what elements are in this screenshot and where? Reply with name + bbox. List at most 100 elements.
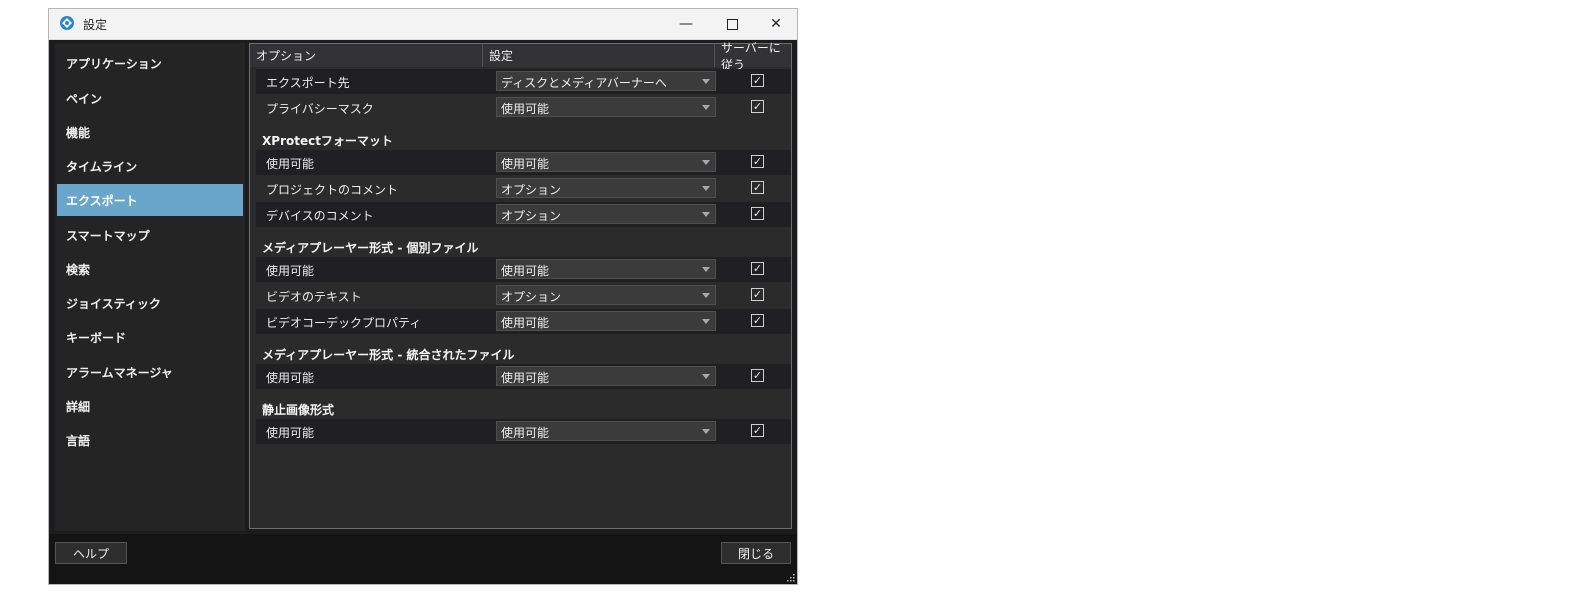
minimize-button[interactable]: — bbox=[663, 9, 709, 39]
follow-server-checkbox[interactable]: ✓ bbox=[751, 181, 764, 194]
dropdown-value: ディスクとメディアバーナーへ bbox=[501, 76, 667, 90]
resize-grip-icon[interactable] bbox=[785, 572, 795, 582]
chevron-down-icon bbox=[702, 319, 710, 324]
help-button[interactable]: ヘルプ bbox=[55, 542, 127, 564]
chevron-down-icon bbox=[702, 293, 710, 298]
column-header-follow-server[interactable]: サーバーに従う bbox=[715, 41, 791, 72]
chevron-down-icon bbox=[702, 374, 710, 379]
table-row: 使用可能 使用可能 ✓ bbox=[256, 364, 791, 389]
section-title: 静止画像形式 bbox=[262, 403, 335, 417]
setting-dropdown[interactable]: オプション bbox=[496, 204, 716, 224]
maximize-button[interactable] bbox=[709, 9, 755, 39]
dropdown-value: 使用可能 bbox=[501, 157, 550, 171]
chevron-down-icon bbox=[702, 160, 710, 165]
sidebar-item-alarm-manager[interactable]: アラームマネージャ bbox=[57, 356, 243, 388]
chevron-down-icon bbox=[702, 429, 710, 434]
setting-dropdown[interactable]: 使用可能 bbox=[496, 152, 716, 172]
checkmark-icon: ✓ bbox=[752, 207, 763, 220]
option-label: プライバシーマスク bbox=[266, 102, 374, 116]
dropdown-value: 使用可能 bbox=[501, 102, 550, 116]
column-header-option[interactable]: オプション bbox=[250, 44, 483, 67]
setting-dropdown[interactable]: 使用可能 bbox=[496, 366, 716, 386]
chevron-down-icon bbox=[702, 79, 710, 84]
minimize-icon: — bbox=[679, 16, 693, 32]
checkmark-icon: ✓ bbox=[752, 314, 763, 327]
follow-server-checkbox[interactable]: ✓ bbox=[751, 262, 764, 275]
checkmark-icon: ✓ bbox=[752, 181, 763, 194]
option-label: エクスポート先 bbox=[266, 76, 350, 90]
table-row: ビデオのテキスト オプション ✓ bbox=[256, 283, 791, 308]
dropdown-value: 使用可能 bbox=[501, 371, 550, 385]
table-row: エクスポート先 ディスクとメディアバーナーへ ✓ bbox=[256, 69, 791, 94]
section-title: メディアプレーヤー形式 - 個別ファイル bbox=[262, 241, 479, 255]
table-row: 使用可能 使用可能 ✓ bbox=[256, 150, 791, 175]
app-logo-icon bbox=[60, 16, 74, 30]
chevron-down-icon bbox=[702, 267, 710, 272]
sidebar-item-advanced[interactable]: 詳細 bbox=[57, 390, 243, 422]
sidebar-item-timeline[interactable]: タイムライン bbox=[57, 150, 243, 182]
chevron-down-icon bbox=[702, 105, 710, 110]
window-title: 設定 bbox=[83, 18, 108, 32]
dropdown-value: 使用可能 bbox=[501, 316, 550, 330]
settings-panel: オプション 設定 サーバーに従う エクスポート先 ディスクとメディアバーナーへ … bbox=[249, 41, 792, 529]
sidebar-item-functions[interactable]: 機能 bbox=[57, 116, 243, 148]
checkmark-icon: ✓ bbox=[752, 424, 763, 437]
setting-dropdown[interactable]: ディスクとメディアバーナーへ bbox=[496, 71, 716, 91]
table-row: プライバシーマスク 使用可能 ✓ bbox=[256, 95, 791, 120]
setting-dropdown[interactable]: 使用可能 bbox=[496, 97, 716, 117]
follow-server-checkbox[interactable]: ✓ bbox=[751, 155, 764, 168]
setting-dropdown[interactable]: オプション bbox=[496, 178, 716, 198]
follow-server-checkbox[interactable]: ✓ bbox=[751, 207, 764, 220]
sidebar-item-keyboard[interactable]: キーボード bbox=[57, 321, 243, 353]
option-label: ビデオのテキスト bbox=[266, 290, 362, 304]
settings-window: 設定 — ✕ アプリケーション ペイン 機能 タイムライン エクスポート スマー… bbox=[48, 8, 798, 585]
close-window-button[interactable]: ✕ bbox=[753, 9, 799, 39]
column-header-setting[interactable]: 設定 bbox=[483, 44, 715, 67]
follow-server-checkbox[interactable]: ✓ bbox=[751, 100, 764, 113]
maximize-icon bbox=[726, 18, 738, 30]
setting-dropdown[interactable]: 使用可能 bbox=[496, 259, 716, 279]
section-title: XProtectフォーマット bbox=[262, 134, 393, 148]
checkmark-icon: ✓ bbox=[752, 369, 763, 382]
sidebar-item-smart-map[interactable]: スマートマップ bbox=[57, 219, 243, 251]
section-title: メディアプレーヤー形式 - 統合されたファイル bbox=[262, 348, 515, 362]
table-row: プロジェクトのコメント オプション ✓ bbox=[256, 176, 791, 201]
section-header: 静止画像形式 bbox=[256, 391, 791, 419]
follow-server-checkbox[interactable]: ✓ bbox=[751, 424, 764, 437]
setting-dropdown[interactable]: オプション bbox=[496, 285, 716, 305]
title-bar[interactable]: 設定 — ✕ bbox=[49, 9, 797, 40]
dropdown-value: オプション bbox=[501, 290, 562, 304]
setting-dropdown[interactable]: 使用可能 bbox=[496, 311, 716, 331]
follow-server-checkbox[interactable]: ✓ bbox=[751, 288, 764, 301]
checkmark-icon: ✓ bbox=[752, 262, 763, 275]
sidebar-item-application[interactable]: アプリケーション bbox=[57, 47, 243, 79]
option-label: 使用可能 bbox=[266, 426, 315, 440]
option-label: 使用可能 bbox=[266, 157, 315, 171]
follow-server-checkbox[interactable]: ✓ bbox=[751, 314, 764, 327]
sidebar-item-joystick[interactable]: ジョイスティック bbox=[57, 287, 243, 319]
checkmark-icon: ✓ bbox=[752, 74, 763, 87]
table-row: 使用可能 使用可能 ✓ bbox=[256, 419, 791, 444]
sidebar-item-language[interactable]: 言語 bbox=[57, 424, 243, 456]
chevron-down-icon bbox=[702, 186, 710, 191]
chevron-down-icon bbox=[702, 212, 710, 217]
sidebar-item-search[interactable]: 検索 bbox=[57, 253, 243, 285]
sidebar-item-panes[interactable]: ペイン bbox=[57, 82, 243, 114]
dropdown-value: オプション bbox=[501, 183, 562, 197]
sidebar-item-export[interactable]: エクスポート bbox=[57, 184, 243, 216]
table-row: 使用可能 使用可能 ✓ bbox=[256, 257, 791, 282]
table-row: デバイスのコメント オプション ✓ bbox=[256, 202, 791, 227]
close-icon: ✕ bbox=[770, 16, 782, 32]
follow-server-checkbox[interactable]: ✓ bbox=[751, 369, 764, 382]
section-header: メディアプレーヤー形式 - 個別ファイル bbox=[256, 229, 791, 257]
checkmark-icon: ✓ bbox=[752, 288, 763, 301]
close-button[interactable]: 閉じる bbox=[721, 542, 791, 564]
follow-server-checkbox[interactable]: ✓ bbox=[751, 74, 764, 87]
setting-dropdown[interactable]: 使用可能 bbox=[496, 421, 716, 441]
option-label: ビデオコーデックプロパティ bbox=[266, 316, 422, 330]
dropdown-value: オプション bbox=[501, 209, 562, 223]
checkmark-icon: ✓ bbox=[752, 155, 763, 168]
dialog-footer: ヘルプ 閉じる bbox=[49, 534, 797, 584]
checkmark-icon: ✓ bbox=[752, 100, 763, 113]
option-label: デバイスのコメント bbox=[266, 209, 374, 223]
